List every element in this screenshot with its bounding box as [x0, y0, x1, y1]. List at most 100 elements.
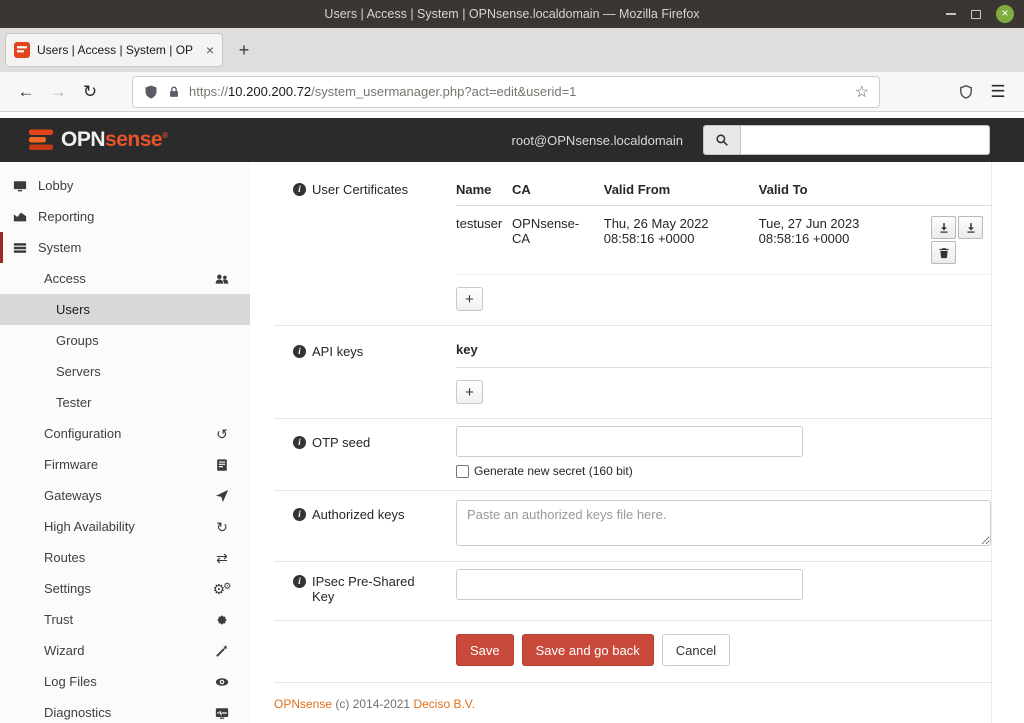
back-button[interactable]: ← — [10, 76, 42, 108]
sidebar-item-users[interactable]: Users — [0, 294, 250, 325]
url-text: https://10.200.200.72/system_usermanager… — [189, 84, 847, 99]
page-content: OPNsense® root@OPNsense.localdomain Lobb… — [0, 113, 1024, 723]
save-button[interactable]: Save — [456, 634, 514, 666]
sidebar-item-trust[interactable]: Trust — [0, 604, 250, 635]
cert-ca: OPNsense-CA — [512, 206, 604, 275]
otp-seed-input[interactable] — [456, 426, 803, 457]
certificate-icon — [212, 613, 232, 627]
opnsense-logo[interactable]: OPNsense® — [28, 127, 167, 153]
new-tab-button[interactable]: + — [229, 35, 259, 65]
field-label: API keys — [312, 344, 363, 359]
field-label: IPsec Pre-Shared Key — [312, 574, 438, 604]
tab-close-icon[interactable]: × — [206, 43, 214, 57]
export-cert-button[interactable] — [931, 216, 956, 239]
deciso-link[interactable]: Deciso B.V. — [413, 697, 475, 711]
sidebar-item-reporting[interactable]: Reporting — [0, 201, 250, 232]
sidebar-item-wizard[interactable]: Wizard — [0, 635, 250, 666]
maximize-button[interactable] — [971, 10, 981, 19]
header-search — [703, 125, 990, 155]
window-titlebar: Users | Access | System | OPNsense.local… — [0, 0, 1024, 28]
info-icon: i — [293, 508, 306, 521]
minimize-icon — [946, 13, 956, 15]
authorized-keys-textarea[interactable] — [456, 500, 991, 546]
sidebar-item-diagnostics[interactable]: Diagnostics — [0, 697, 250, 723]
col-header-valid-from: Valid From — [604, 176, 759, 206]
tracking-shield-icon[interactable] — [143, 84, 159, 100]
generate-secret-checkbox[interactable] — [456, 465, 469, 478]
row-authorized-keys: i Authorized keys — [274, 491, 991, 562]
url-bar[interactable]: https://10.200.200.72/system_usermanager… — [132, 76, 880, 108]
sidebar-item-routes[interactable]: Routes ⇄ — [0, 542, 250, 573]
cert-name: testuser — [456, 206, 512, 275]
row-ipsec-psk: i IPsec Pre-Shared Key — [274, 562, 991, 621]
forward-button[interactable]: → — [42, 76, 74, 108]
sidebar-item-lobby[interactable]: Lobby — [0, 170, 250, 201]
page-layout: Lobby Reporting System Access Users Grou… — [0, 162, 1024, 723]
eye-icon — [212, 675, 232, 689]
sidebar-item-settings[interactable]: Settings ⚙⚙ — [0, 573, 250, 604]
plus-icon: + — [465, 291, 474, 308]
minimize-button[interactable] — [946, 13, 956, 15]
search-input[interactable] — [740, 125, 990, 155]
opnsense-header: OPNsense® root@OPNsense.localdomain — [0, 118, 1024, 162]
add-certificate-button[interactable]: + — [456, 287, 483, 311]
sidebar-item-firmware[interactable]: Firmware — [0, 449, 250, 480]
menu-button[interactable]: ☰ — [982, 76, 1014, 108]
export-key-button[interactable] — [958, 216, 983, 239]
download-icon — [965, 222, 977, 234]
cancel-button[interactable]: Cancel — [662, 634, 730, 666]
row-api-keys: i API keys key + — [274, 326, 991, 419]
field-label: Authorized keys — [312, 507, 405, 522]
info-icon: i — [293, 345, 306, 358]
close-icon: × — [1001, 6, 1008, 20]
api-key-column-header: key — [456, 328, 991, 368]
delete-cert-button[interactable] — [931, 241, 956, 264]
sidebar-item-gateways[interactable]: Gateways — [0, 480, 250, 511]
sidebar-item-groups[interactable]: Groups — [0, 325, 250, 356]
gears-icon: ⚙⚙ — [212, 582, 232, 596]
wand-icon — [212, 644, 232, 658]
bookmark-star-icon[interactable]: ☆ — [855, 82, 869, 102]
browser-toolbar: ← → ↻ https://10.200.200.72/system_userm… — [0, 72, 1024, 112]
maximize-icon — [971, 10, 981, 19]
opnsense-link[interactable]: OPNsense — [274, 697, 332, 711]
main-content: i User Certificates Name CA Valid From V… — [250, 162, 1024, 723]
field-label: OTP seed — [312, 435, 370, 450]
search-button[interactable] — [703, 125, 740, 155]
opnsense-logo-icon — [28, 127, 54, 153]
reload-button[interactable]: ↻ — [74, 76, 106, 108]
pulse-monitor-icon — [212, 706, 232, 720]
sidebar-item-tester[interactable]: Tester — [0, 387, 250, 418]
row-otp-seed: i OTP seed Generate new secret (160 bit) — [274, 419, 991, 491]
copyright-text: (c) 2014-2021 — [335, 697, 410, 711]
sidebar: Lobby Reporting System Access Users Grou… — [0, 162, 250, 723]
monitor-icon — [12, 179, 28, 193]
certificate-row: testuser OPNsense-CA Thu, 26 May 2022 08… — [456, 206, 991, 275]
row-user-certificates: i User Certificates Name CA Valid From V… — [274, 162, 991, 326]
add-api-key-button[interactable]: + — [456, 380, 483, 404]
account-shield-button[interactable] — [950, 76, 982, 108]
col-header-ca: CA — [512, 176, 604, 206]
sidebar-item-access[interactable]: Access — [0, 263, 250, 294]
close-window-button[interactable]: × — [996, 5, 1014, 23]
sidebar-item-servers[interactable]: Servers — [0, 356, 250, 387]
window-controls: × — [946, 0, 1014, 28]
download-icon — [938, 222, 950, 234]
sidebar-item-configuration[interactable]: Configuration ↺ — [0, 418, 250, 449]
col-header-valid-to: Valid To — [759, 176, 912, 206]
list-icon — [12, 241, 28, 255]
cert-valid-from: Thu, 26 May 2022 08:58:16 +0000 — [604, 206, 759, 275]
lock-icon[interactable] — [167, 85, 181, 99]
save-and-go-back-button[interactable]: Save and go back — [522, 634, 654, 666]
browser-tab[interactable]: Users | Access | System | OP × — [5, 33, 223, 67]
window-title: Users | Access | System | OPNsense.local… — [324, 7, 699, 21]
search-icon — [715, 133, 729, 147]
sidebar-item-system[interactable]: System — [0, 232, 250, 263]
sidebar-item-high-availability[interactable]: High Availability ↻ — [0, 511, 250, 542]
ipsec-psk-input[interactable] — [456, 569, 803, 600]
sidebar-item-log-files[interactable]: Log Files — [0, 666, 250, 697]
send-icon — [212, 489, 232, 503]
forward-icon: → — [50, 82, 67, 102]
registered-mark: ® — [162, 131, 167, 140]
shield-outline-icon — [958, 84, 974, 100]
